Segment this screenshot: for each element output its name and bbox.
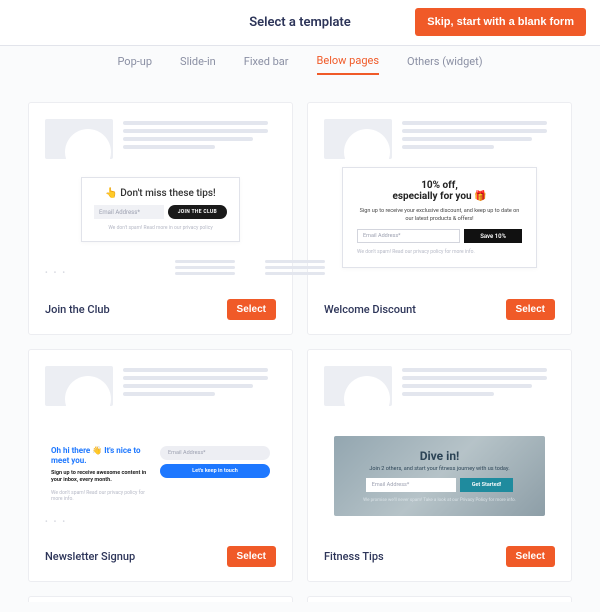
pager-dots-icon: • • • [45, 517, 67, 526]
next-row-peek [0, 596, 600, 612]
page-title: Select a template [249, 15, 351, 30]
template-card-welcome-discount[interactable]: 10% off, especially for you 🎁 Sign up to… [307, 102, 572, 335]
hero-title: Dive in! [420, 449, 460, 463]
tab-fixedbar[interactable]: Fixed bar [244, 55, 289, 74]
select-button[interactable]: Select [506, 299, 555, 320]
modal-subtitle: Sign up to receive your exclusive discou… [357, 208, 522, 223]
tab-others[interactable]: Others (widget) [407, 55, 483, 74]
join-button: JOIN THE CLUB [168, 205, 227, 219]
modal-title-line2: especially for you 🎁 [357, 191, 522, 202]
tab-belowpages[interactable]: Below pages [317, 54, 379, 75]
preview-modal: Oh hi there 👋 It's nice to meet you. Sig… [51, 446, 270, 502]
subscribe-button: Let's keep in touch [160, 464, 270, 478]
select-button[interactable]: Select [506, 546, 555, 567]
template-grid: 👆 Don't miss these tips! Email Address* … [0, 84, 600, 596]
email-field: Email Address* [94, 205, 164, 219]
placeholder-image-icon [324, 119, 392, 159]
template-card-join-club[interactable]: 👆 Don't miss these tips! Email Address* … [28, 102, 293, 335]
email-field: Email Address* [160, 446, 270, 460]
hero-footnote: We promise we'll never spam! Take a look… [363, 498, 516, 503]
pager-dots-icon: • • • [45, 268, 67, 277]
top-bar: Select a template Skip, start with a bla… [0, 0, 600, 46]
modal-title: 👆 Don't miss these tips! [94, 188, 227, 199]
template-preview: 👆 Don't miss these tips! Email Address* … [45, 119, 276, 279]
select-button[interactable]: Select [227, 546, 276, 567]
template-name: Welcome Discount [324, 303, 416, 316]
preview-hero: Dive in! Join 2 others, and start your f… [334, 436, 545, 516]
email-field: Email Address* [357, 229, 460, 243]
save-button: Save 10% [464, 229, 522, 243]
skip-button[interactable]: Skip, start with a blank form [415, 8, 586, 36]
tab-slidein[interactable]: Slide-in [180, 55, 216, 74]
modal-title: Oh hi there 👋 It's nice to meet you. [51, 446, 150, 467]
template-card-peek [28, 596, 293, 602]
template-tabs: Pop-up Slide-in Fixed bar Below pages Ot… [0, 46, 600, 84]
select-button[interactable]: Select [227, 299, 276, 320]
tab-popup[interactable]: Pop-up [117, 55, 152, 74]
placeholder-image-icon [45, 366, 113, 406]
template-preview: Dive in! Join 2 others, and start your f… [324, 366, 555, 526]
modal-footnote: We don't spam! Read our privacy policy f… [357, 249, 522, 255]
modal-footnote: We don't spam! Read our privacy policy f… [51, 490, 150, 502]
modal-subtitle: Sign up to receive awesome content in yo… [51, 470, 150, 484]
template-preview: 10% off, especially for you 🎁 Sign up to… [324, 119, 555, 279]
template-preview: Oh hi there 👋 It's nice to meet you. Sig… [45, 366, 276, 526]
modal-title-line1: 10% off, [357, 180, 522, 191]
modal-footnote: We don't spam! Read more in our privacy … [94, 225, 227, 231]
template-name: Join the Club [45, 303, 110, 316]
placeholder-image-icon [45, 119, 113, 159]
template-card-peek [307, 596, 572, 602]
template-name: Fitness Tips [324, 550, 384, 563]
hero-subtitle: Join 2 others, and start your fitness jo… [369, 466, 509, 472]
template-name: Newsletter Signup [45, 550, 135, 563]
template-card-newsletter-signup[interactable]: Oh hi there 👋 It's nice to meet you. Sig… [28, 349, 293, 582]
email-field: Email Address* [366, 478, 456, 492]
preview-modal: 10% off, especially for you 🎁 Sign up to… [342, 167, 537, 268]
placeholder-image-icon [324, 366, 392, 406]
template-card-fitness-tips[interactable]: Dive in! Join 2 others, and start your f… [307, 349, 572, 582]
get-started-button: Get Started! [460, 478, 514, 492]
preview-modal: 👆 Don't miss these tips! Email Address* … [81, 177, 240, 242]
